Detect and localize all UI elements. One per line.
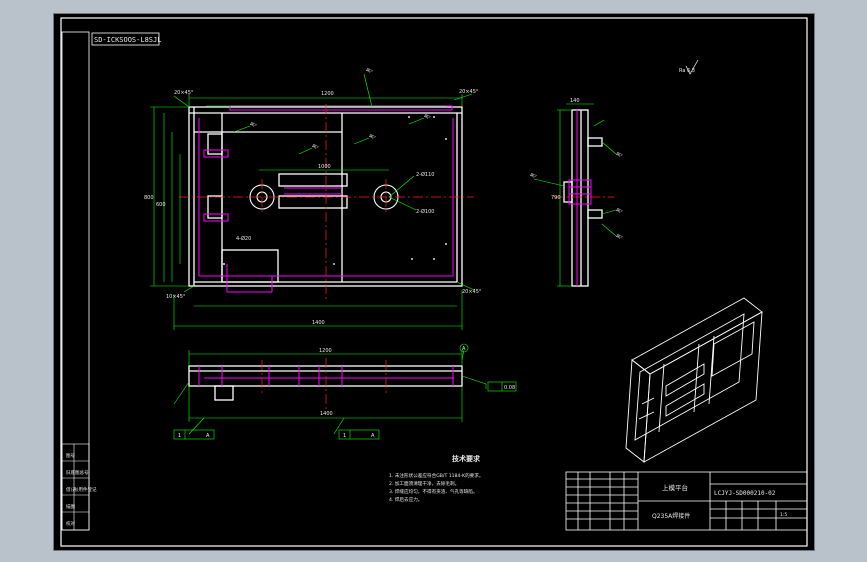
- mark-left: 1: [178, 433, 181, 439]
- scale: 1:5: [780, 512, 787, 518]
- dim-bottom-length: 1200: [319, 348, 332, 354]
- isometric-view: [625, 297, 763, 463]
- tech-item-3: 3. 焊缝应均匀，不得有夹渣、气孔等缺陷。: [389, 488, 478, 495]
- dim-front-height-2: 600: [156, 202, 166, 208]
- dim-front-height: 800: [144, 195, 154, 201]
- weld-note-1: 4▷: [250, 122, 257, 128]
- datum-a: A: [462, 346, 466, 352]
- note-slot: 4-Ø20: [236, 235, 251, 242]
- weld-side-c: 4▷: [616, 234, 623, 240]
- tech-requirements: 技术要求 1. 未注形状公差应符合GB/T 1184-K的要求。 2. 加工面须…: [389, 454, 483, 503]
- drawing-code-box: SD-ICKSOOS-L8SJL: [94, 36, 161, 44]
- roughness-symbol: Ra 6.3: [679, 59, 699, 75]
- part-name: 上模平台: [662, 483, 688, 492]
- weld-note-2: 4▷: [312, 144, 319, 150]
- note-corner-tl: 20×45°: [174, 90, 194, 96]
- cad-viewport[interactable]: SD-ICKSOOS-L8SJL 图号 旧底图总号 借(通)用件登记 描图 校对: [54, 14, 814, 550]
- note-corner-tr: 20×45°: [459, 89, 479, 95]
- tech-item-2: 2. 加工面须清理干净，去除毛刺。: [389, 480, 459, 487]
- note-corner-br: 20×45°: [462, 289, 482, 295]
- left-label-3: 描图: [66, 503, 75, 510]
- cad-drawing: SD-ICKSOOS-L8SJL 图号 旧底图总号 借(通)用件登记 描图 校对: [60, 17, 808, 547]
- side-view: 140 790 4▷ 4▷ 4▷ 4▷: [530, 98, 623, 287]
- title-block: 上模平台 LCJYJ-SD000210-02 Q235A焊接件 1:5: [565, 471, 808, 531]
- left-label-0: 图号: [66, 453, 75, 459]
- dim-front-overall-width: 1400: [312, 320, 325, 326]
- material: Q235A焊接件: [652, 512, 690, 520]
- weld-side-b: 4▷: [616, 208, 623, 214]
- weld-note-3: 4▷: [369, 134, 376, 140]
- tech-item-1: 1. 未注形状公差应符合GB/T 1184-K的要求。: [389, 472, 483, 479]
- weld-note-4: 4▷: [366, 68, 373, 74]
- mark-right: 1: [343, 433, 346, 439]
- left-label-1: 旧底图总号: [66, 469, 89, 476]
- dim-side-height: 790: [551, 195, 561, 201]
- front-view: 1200 1400 800 600 1000 2-Ø110 2-Ø100 20×…: [144, 68, 482, 330]
- weld-side-a: 4▷: [616, 152, 623, 158]
- dim-front-center-mid: 1000: [318, 164, 331, 170]
- bottom-view: 1200 1400 A 0.08 A A 1 1: [173, 343, 517, 440]
- tech-title: 技术要求: [452, 454, 481, 463]
- weld-side-d: 4▷: [530, 173, 537, 179]
- roughness-label: Ra 6.3: [679, 68, 695, 74]
- note-hole-right: 2-Ø110: [416, 171, 434, 178]
- dim-front-inner-width: 1200: [321, 91, 334, 97]
- left-label-4: 校对: [66, 520, 75, 527]
- weld-note-5: 4▷: [424, 114, 431, 120]
- ref-left: A: [206, 433, 210, 439]
- tech-item-4: 4. 焊后去应力。: [389, 496, 422, 503]
- note-corner-bl: 10×45°: [166, 294, 186, 300]
- left-label-2: 借(通)用件登记: [66, 486, 97, 493]
- drawing-number: LCJYJ-SD000210-02: [714, 490, 776, 497]
- ref-right: A: [371, 433, 375, 439]
- note-hole-low: 2-Ø100: [416, 208, 434, 215]
- flatness-value: 0.08: [504, 385, 515, 391]
- dim-side-top-width: 140: [570, 98, 580, 104]
- dim-bottom-overall: 1400: [320, 411, 333, 417]
